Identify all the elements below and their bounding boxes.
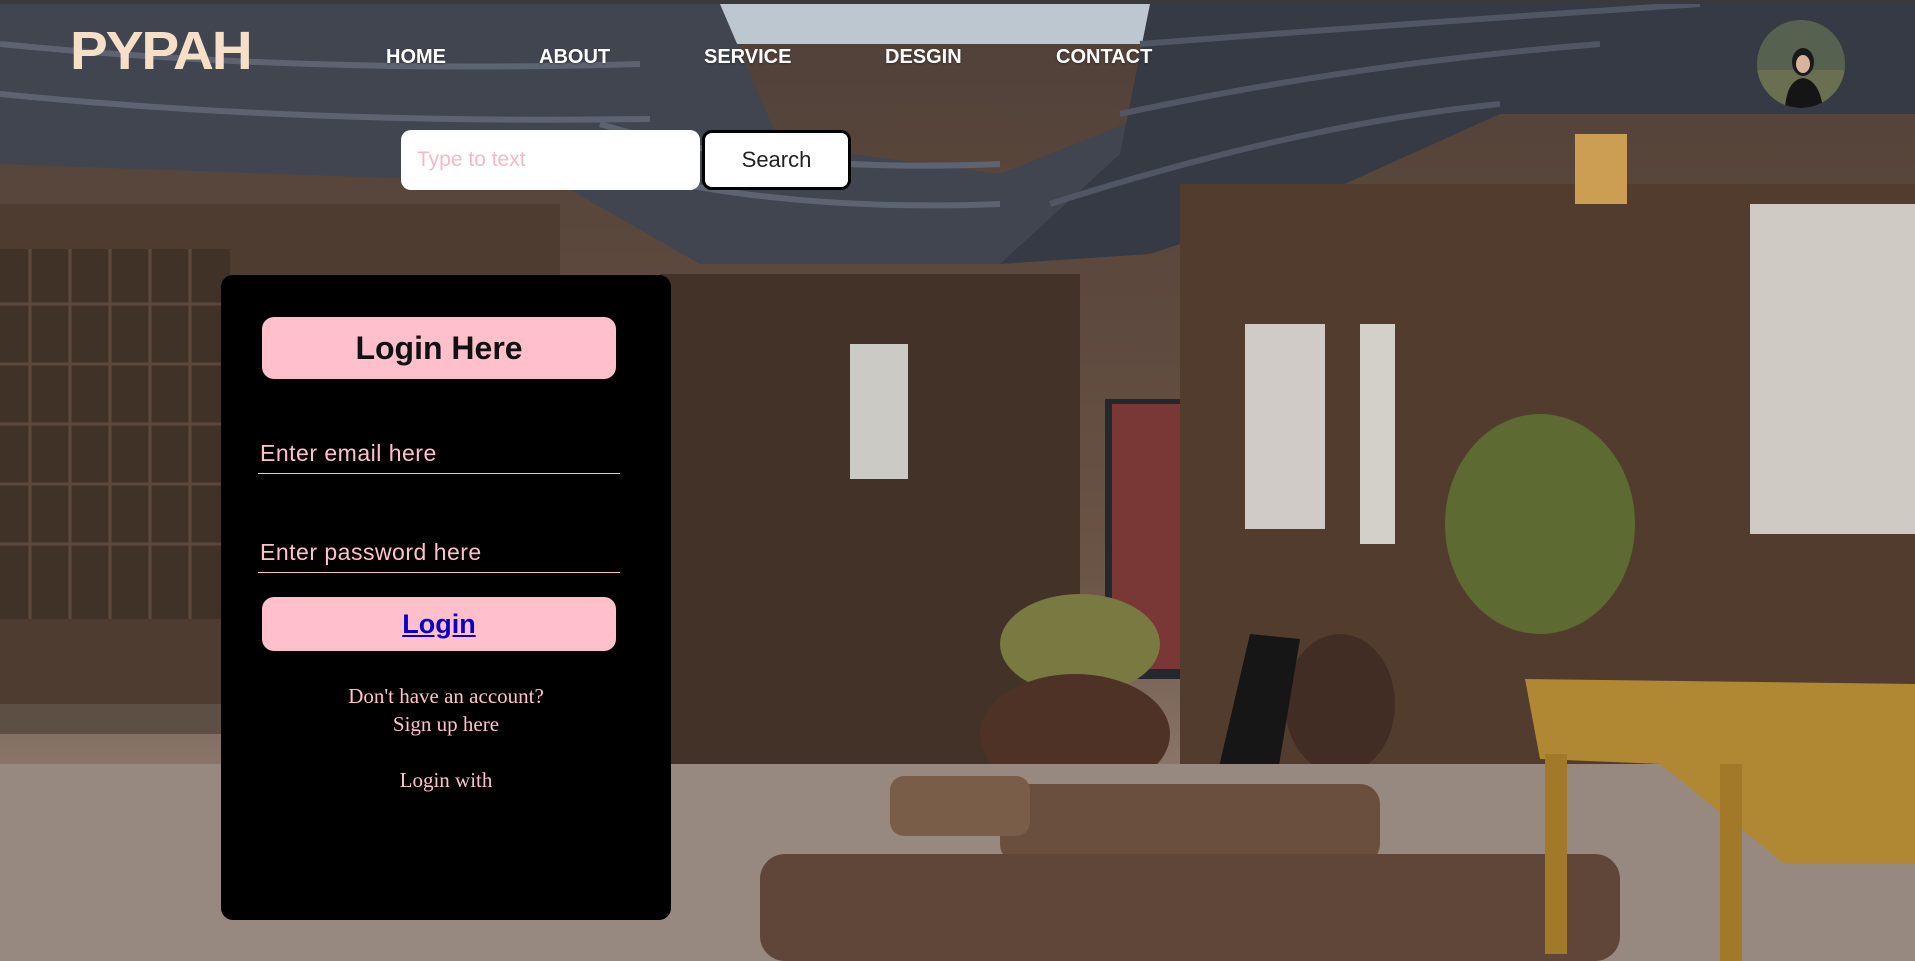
password-field[interactable] [258, 533, 620, 573]
login-title: Login Here [262, 317, 616, 379]
login-with-label: Login with [399, 768, 493, 792]
avatar-photo-icon [1757, 20, 1845, 108]
search-button[interactable]: Search [702, 130, 851, 190]
signup-prompt: Don't have an account? [348, 684, 544, 708]
login-card: Login Here Login Don't have an account? … [221, 275, 671, 920]
search-input[interactable] [401, 130, 700, 190]
profile-avatar[interactable] [1757, 20, 1845, 108]
nav-home[interactable]: HOME [386, 46, 446, 69]
nav-about[interactable]: ABOUT [539, 46, 610, 69]
nav-contact[interactable]: CONTACT [1056, 46, 1152, 69]
email-field[interactable] [258, 434, 620, 474]
login-link[interactable]: Login [402, 609, 475, 639]
nav-service[interactable]: SERVICE [704, 46, 791, 69]
brand-logo[interactable]: PYPAH [70, 24, 253, 78]
login-button[interactable]: Login [262, 597, 616, 651]
signup-link[interactable]: Sign up here [221, 712, 671, 737]
nav-design[interactable]: DESGIN [885, 46, 962, 69]
